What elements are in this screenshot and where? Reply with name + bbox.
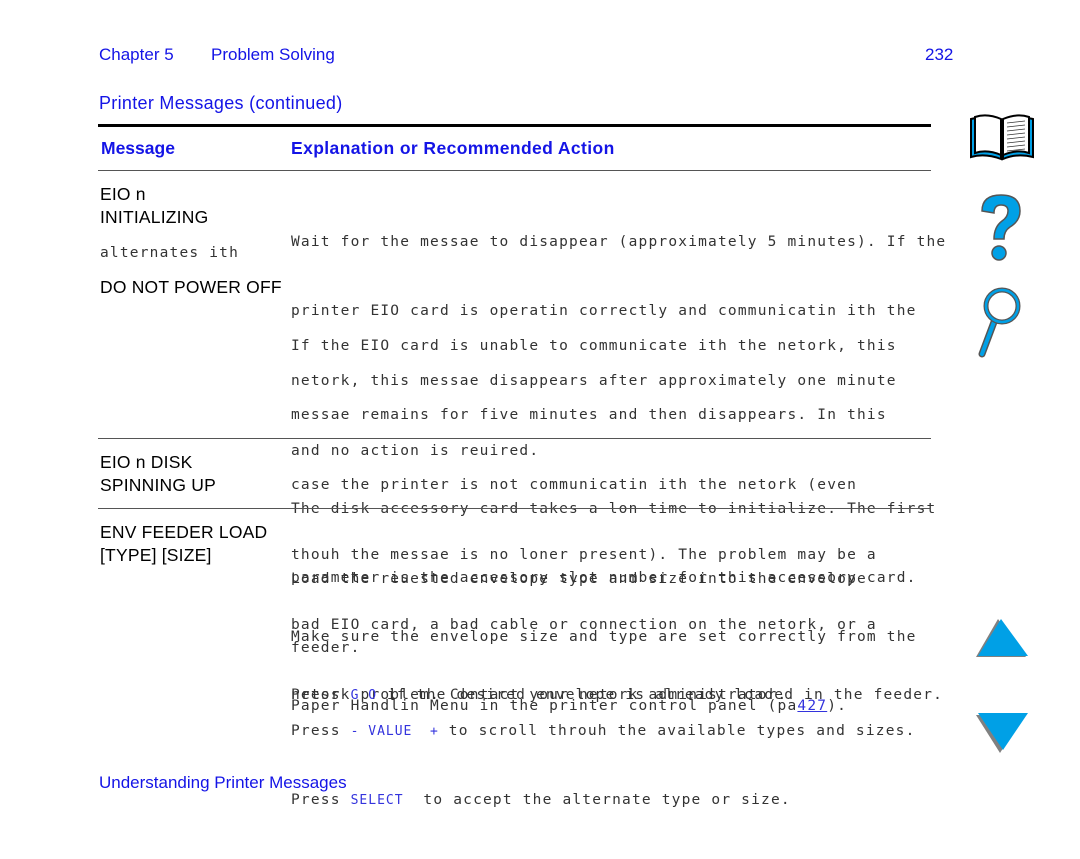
- text-span: Press: [291, 792, 351, 809]
- text-line: The disk accessory card takes a lon time…: [291, 500, 937, 517]
- chapter-label: Chapter 5: [99, 45, 174, 64]
- message-line: [TYPE] [SIZE]: [100, 545, 212, 565]
- message-name: ENV FEEDER LOAD [TYPE] [SIZE]: [100, 521, 267, 567]
- message-line: INITIALIZING: [100, 207, 209, 227]
- help-question-icon[interactable]: [976, 193, 1026, 265]
- message-line: ENV FEEDER LOAD: [100, 522, 268, 542]
- message-line: EIO n DISK: [100, 452, 193, 472]
- message-alternate: DO NOT POWER OFF: [100, 277, 282, 297]
- row-divider: [98, 438, 931, 439]
- text-line: Wait for the messae to disappear (approx…: [291, 233, 947, 250]
- text-span: to accept the alternate type or size.: [403, 792, 791, 809]
- column-header-message: Message: [101, 138, 175, 158]
- table-header-rule: [98, 170, 931, 171]
- next-page-arrow-icon[interactable]: [972, 711, 1030, 753]
- page-subtitle: Printer Messages (continued): [99, 93, 343, 113]
- text-line: messae remains for five minutes and then…: [291, 407, 887, 424]
- previous-page-arrow-icon[interactable]: [972, 617, 1030, 659]
- column-header-explanation: Explanation or Recommended Action: [291, 138, 615, 158]
- alternates-label: alternates ith: [100, 245, 240, 261]
- message-name: EIO n INITIALIZING: [100, 183, 208, 229]
- select-key-label: SELECT: [350, 793, 404, 809]
- message-line: EIO n: [100, 184, 146, 204]
- text-line: Press SELECT to accept the alternate typ…: [291, 789, 916, 812]
- section-title: Problem Solving: [211, 45, 335, 64]
- row-divider: [98, 508, 931, 509]
- text-line: Press - VALUE + to scroll throuh the ava…: [291, 720, 916, 743]
- text-span: to scroll throuh the available types and…: [438, 722, 916, 739]
- page-number: 232: [925, 45, 954, 64]
- explanation-paragraph: Press - VALUE + to scroll throuh the ava…: [291, 673, 916, 859]
- search-magnifier-icon[interactable]: [976, 286, 1026, 358]
- book-icon[interactable]: [967, 113, 1037, 165]
- value-key-label: - VALUE +: [350, 723, 439, 739]
- text-span: Press: [291, 722, 351, 739]
- footer-link[interactable]: Understanding Printer Messages: [99, 773, 347, 793]
- message-line: SPINNING UP: [100, 475, 216, 495]
- table-top-rule: [98, 124, 931, 127]
- message-name: EIO n DISK SPINNING UP: [100, 451, 216, 497]
- text-line: If the EIO card is unable to communicate…: [291, 337, 897, 354]
